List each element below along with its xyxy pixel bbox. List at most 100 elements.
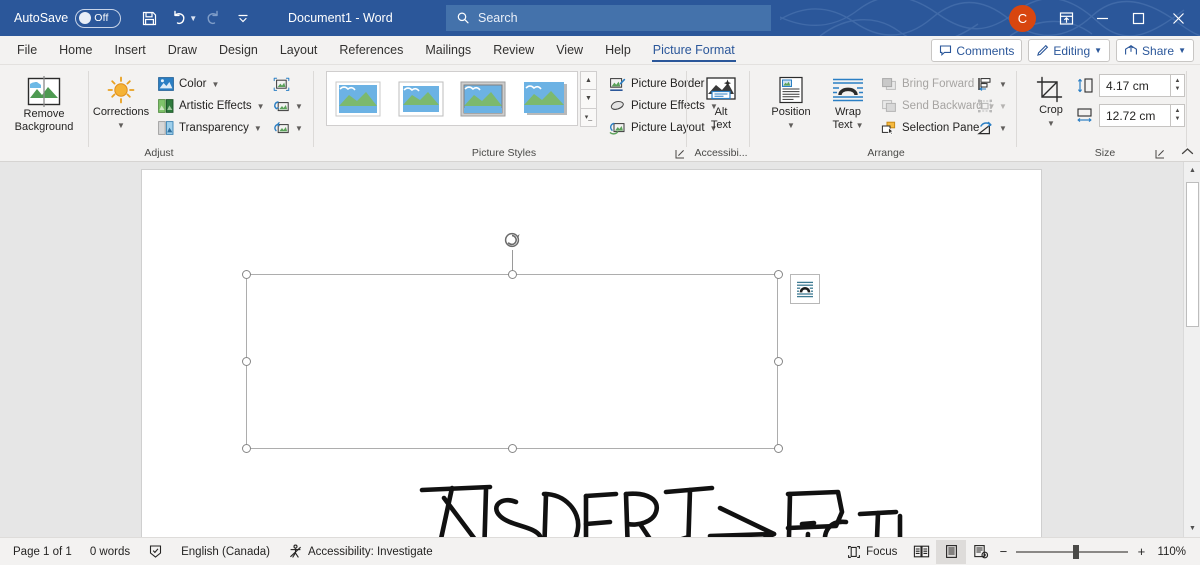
picture-style-metal-frame[interactable] (460, 80, 506, 118)
wrap-text-button[interactable]: Wrap Text ▼ (820, 71, 876, 132)
vertical-scrollbar[interactable]: ▲ ▼ (1183, 162, 1200, 537)
tab-draw[interactable]: Draw (157, 36, 208, 64)
picture-style-simple-frame-white[interactable] (335, 80, 381, 118)
tab-picture-format[interactable]: Picture Format (642, 36, 746, 64)
redo-icon[interactable] (199, 5, 227, 31)
group-objects-caret-icon[interactable]: ▼ (999, 102, 1007, 111)
comments-button[interactable]: Comments (931, 39, 1023, 62)
remove-background-button[interactable]: Remove Background (8, 71, 80, 134)
tab-references[interactable]: References (328, 36, 414, 64)
customize-qat-icon[interactable] (229, 5, 257, 31)
position-caret-icon[interactable]: ▼ (787, 119, 795, 132)
change-picture-button[interactable]: ▼ (270, 95, 306, 117)
resize-handle-top-left[interactable] (242, 270, 251, 279)
tab-review[interactable]: Review (482, 36, 545, 64)
read-mode-button[interactable] (906, 540, 936, 564)
scroll-up-button[interactable]: ▲ (1184, 162, 1200, 179)
alt-text-button[interactable]: Alt Text (696, 71, 746, 132)
share-caret-icon[interactable]: ▼ (1178, 46, 1186, 55)
editing-button[interactable]: Editing ▼ (1028, 39, 1111, 62)
wrap-text-caret-icon[interactable]: ▼ (856, 119, 864, 132)
proofing-errors-icon[interactable] (139, 540, 172, 564)
autosave-toggle[interactable]: Off (75, 8, 122, 28)
tab-home[interactable]: Home (48, 36, 103, 64)
tab-layout[interactable]: Layout (269, 36, 329, 64)
autosave-control[interactable]: AutoSave Off (14, 5, 122, 31)
corrections-button[interactable]: Corrections ▼ (92, 71, 150, 132)
shape-height-spinner[interactable]: ▲ ▼ (1171, 74, 1185, 97)
resize-handle-bottom-right[interactable] (774, 444, 783, 453)
avatar[interactable]: C (1009, 4, 1036, 32)
resize-handle-middle-right[interactable] (774, 357, 783, 366)
layout-options-button[interactable] (790, 274, 820, 304)
shape-height-input[interactable]: 4.17 cm (1099, 74, 1171, 97)
tab-view[interactable]: View (545, 36, 594, 64)
zoom-in-button[interactable]: + (1134, 544, 1148, 559)
zoom-slider-handle[interactable] (1073, 544, 1080, 559)
position-button[interactable]: Position ▼ (762, 71, 820, 132)
ribbon-display-options-icon[interactable] (1048, 0, 1084, 36)
focus-button[interactable]: Focus (838, 540, 906, 564)
resize-handle-top-center[interactable] (508, 270, 517, 279)
resize-handle-top-right[interactable] (774, 270, 783, 279)
shape-width-spinner[interactable]: ▲ ▼ (1171, 104, 1185, 127)
search-input[interactable]: Search (446, 5, 771, 31)
tab-design[interactable]: Design (208, 36, 269, 64)
save-icon[interactable] (135, 5, 163, 31)
color-button[interactable]: Color ▼ (155, 73, 268, 95)
rotate-objects-caret-icon[interactable]: ▼ (999, 124, 1007, 133)
resize-handle-middle-left[interactable] (242, 357, 251, 366)
language-status[interactable]: English (Canada) (172, 540, 279, 564)
tab-mailings[interactable]: Mailings (414, 36, 482, 64)
web-layout-button[interactable] (966, 540, 996, 564)
artistic-effects-caret-icon[interactable]: ▼ (257, 102, 265, 111)
transparency-button[interactable]: Transparency ▼ (155, 117, 268, 139)
close-icon[interactable] (1156, 0, 1200, 36)
page-number-status[interactable]: Page 1 of 1 (4, 540, 81, 564)
picture-styles-gallery[interactable] (326, 71, 578, 126)
align-objects-caret-icon[interactable]: ▼ (999, 80, 1007, 89)
gallery-more-button[interactable]: ▾_ (580, 107, 597, 127)
picture-style-drop-shadow-rectangle[interactable] (523, 80, 569, 118)
minimize-icon[interactable] (1084, 0, 1120, 36)
maximize-icon[interactable] (1120, 0, 1156, 36)
resize-handle-bottom-left[interactable] (242, 444, 251, 453)
rotate-objects-button[interactable]: ▼ (974, 117, 1010, 139)
group-objects-button[interactable]: ▼ (974, 95, 1010, 117)
zoom-slider[interactable] (1016, 540, 1129, 564)
corrections-caret-icon[interactable]: ▼ (117, 119, 125, 132)
rotate-handle[interactable] (503, 230, 523, 250)
align-objects-button[interactable]: ▼ (974, 73, 1010, 95)
shape-width-input[interactable]: 12.72 cm (1099, 104, 1171, 127)
gallery-scroll-down-button[interactable]: ▼ (580, 89, 597, 109)
accessibility-status[interactable]: Accessibility: Investigate (279, 540, 442, 564)
zoom-level-label[interactable]: 110% (1148, 540, 1196, 564)
artistic-effects-button[interactable]: Artistic Effects ▼ (155, 95, 268, 117)
editing-caret-icon[interactable]: ▼ (1094, 46, 1102, 55)
resize-handle-bottom-center[interactable] (508, 444, 517, 453)
crop-caret-icon[interactable]: ▼ (1047, 117, 1055, 130)
word-count-status[interactable]: 0 words (81, 540, 139, 564)
scrollbar-thumb[interactable] (1186, 182, 1199, 327)
picture-selection-frame[interactable] (242, 270, 783, 453)
transparency-caret-icon[interactable]: ▼ (254, 124, 262, 133)
document-canvas[interactable] (0, 162, 1200, 565)
reset-picture-caret-icon[interactable]: ▼ (295, 124, 303, 133)
compress-pictures-button[interactable] (270, 73, 306, 95)
gallery-scroll-up-button[interactable]: ▲ (580, 71, 597, 91)
size-dialog-launcher[interactable] (1154, 148, 1166, 160)
picture-styles-dialog-launcher[interactable] (674, 148, 686, 160)
tab-insert[interactable]: Insert (104, 36, 157, 64)
color-caret-icon[interactable]: ▼ (211, 80, 219, 89)
change-picture-caret-icon[interactable]: ▼ (295, 102, 303, 111)
scroll-down-button[interactable]: ▼ (1184, 520, 1200, 537)
undo-dropdown-caret[interactable]: ▼ (189, 14, 197, 23)
tab-help[interactable]: Help (594, 36, 642, 64)
print-layout-button[interactable] (936, 539, 967, 564)
crop-button[interactable]: Crop ▼ (1026, 71, 1076, 130)
tab-file[interactable]: File (6, 36, 48, 64)
zoom-out-button[interactable]: − (996, 544, 1010, 559)
picture-style-beveled-matte-white[interactable] (398, 80, 444, 118)
share-button[interactable]: Share ▼ (1116, 39, 1194, 62)
collapse-ribbon-icon[interactable] (1178, 143, 1196, 159)
